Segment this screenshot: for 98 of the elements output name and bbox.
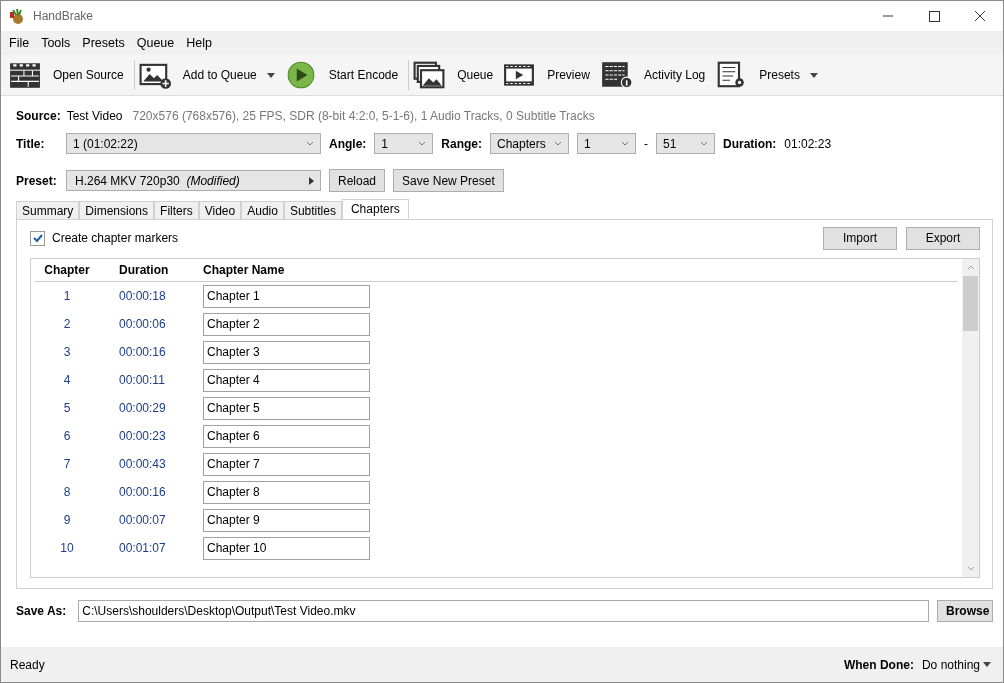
preset-label: Preset: [16,173,58,188]
chapter-duration: 00:00:29 [118,401,167,415]
chapter-duration: 00:00:23 [118,429,167,443]
menu-item[interactable]: Presets [76,36,131,50]
scrollbar[interactable] [962,259,979,577]
chapter-name-field[interactable]: Chapter 2 [203,312,370,336]
angle-label: Angle: [329,136,367,151]
chapter-name-field[interactable]: Chapter 8 [203,480,370,504]
column-header: Duration [118,263,170,277]
toolbar-button[interactable]: Add to Queue [136,57,283,93]
chapter-name-field[interactable]: Chapter 6 [203,424,370,448]
pineapple-icon [9,8,25,24]
chapter-name-field[interactable]: Chapter 9 [203,508,370,532]
toolbar-button[interactable]: Start Encode [282,57,407,93]
scroll-up-icon[interactable] [966,265,975,270]
chevron-down-icon [554,141,562,146]
chapter-number: 9 [62,513,72,527]
tab[interactable]: Video [198,201,242,219]
chevron-down-icon [418,141,427,146]
create-markers-checkbox[interactable]: Create chapter markers [30,230,179,246]
browse-button[interactable]: Browse [937,600,993,622]
tab[interactable]: Dimensions [79,201,155,219]
duration-label: Duration: [723,136,777,151]
chapter-number: 5 [62,401,72,415]
when-done-label: When Done: [843,657,914,672]
chapter-duration: 00:00:07 [118,513,167,527]
range-label: Range: [441,136,482,151]
save-path-field[interactable]: C:\Users\shoulders\Desktop\Output\Test Video.mkv [78,600,929,622]
scroll-down-icon[interactable] [966,566,975,571]
chapter-duration: 00:00:43 [118,457,167,471]
chapter-name-field[interactable]: Chapter 1 [203,284,370,308]
chapter-number: 6 [62,429,72,443]
toolbar-button[interactable]: Open Source [7,57,132,93]
title-dropdown[interactable]: 1 (01:02:22) [66,133,321,154]
tab[interactable]: Audio [241,201,284,219]
toolbar-button[interactable]: Presets [713,57,826,93]
tab[interactable]: Summary [16,201,80,219]
chapter-name-field[interactable]: Chapter 7 [203,452,370,476]
chapter-duration: 00:00:16 [118,345,167,359]
tab[interactable]: Filters [154,201,199,219]
chapter-number: 1 [62,289,72,303]
toolbar-button[interactable]: Activity Log [597,57,714,93]
scrollbar-thumb[interactable] [963,276,978,331]
column-header: Chapter Name [203,263,285,277]
source-name: Test Video [66,109,123,123]
chapter-duration: 00:00:06 [118,317,167,331]
toolbar-button[interactable]: Queue [411,57,502,93]
triangle-right-icon [309,176,314,185]
chapter-duration: 00:00:16 [118,485,167,499]
source-info: 720x576 (768x576), 25 FPS, SDR (8-bit 4:2:0, 5-1-6), 1 Audio Tracks, 0 Subtitle Tracks [132,109,595,123]
title-label: Title: [16,136,46,151]
chapter-duration: 00:00:18 [118,289,167,303]
chapter-number: 8 [62,485,72,499]
range-dropdown[interactable]: Chapters [490,133,569,154]
menu-item[interactable]: Help [180,36,218,50]
chapter-name-field[interactable]: Chapter 10 [203,536,370,560]
save-as-label: Save As: [16,604,67,618]
duration-value: 01:02:23 [784,136,832,151]
caret-icon [983,662,991,667]
preset-button[interactable]: Reload [329,169,386,192]
toolbar-button[interactable]: Preview [501,57,598,93]
source-label: Source: [16,109,61,123]
log-info-icon [599,61,632,89]
chapter-name-field[interactable]: Chapter 3 [203,340,370,364]
end-chapter-dropdown[interactable]: 51 [656,133,715,154]
menu-item[interactable]: File [3,36,36,50]
range-separator: - [644,136,648,151]
image-add-icon [138,61,171,89]
window-title: HandBrake [33,9,94,23]
clapperboard-icon [9,61,41,89]
chapters-button[interactable]: Export [906,226,980,250]
preset-button[interactable]: Save New Preset [393,169,504,192]
tab[interactable]: Chapters [341,199,409,219]
chapter-number: 3 [62,345,72,359]
chapter-number: 10 [59,541,75,555]
chapter-duration: 00:00:11 [118,373,166,387]
film-play-icon [503,61,536,89]
chapter-name-field[interactable]: Chapter 5 [203,396,370,420]
menu-item[interactable]: Queue [130,36,181,50]
chapter-number: 7 [62,457,72,471]
status-text: Ready [10,657,45,672]
chevron-down-icon [621,141,629,146]
tab[interactable]: Subtitles [283,201,342,219]
menu-item[interactable]: Tools [35,36,77,50]
chapter-duration: 00:01:07 [118,541,167,555]
chapter-number: 2 [62,317,72,331]
image-stack-icon [413,61,446,89]
chapter-number: 4 [62,373,72,387]
start-chapter-dropdown[interactable]: 1 [577,133,636,154]
preset-selector[interactable]: H.264 MKV 720p30 (Modified) [66,170,321,191]
chevron-down-icon [700,141,708,146]
angle-dropdown[interactable]: 1 [374,133,434,154]
chevron-down-icon [306,141,314,146]
checkmark-icon [31,232,44,244]
chapters-button[interactable]: Import [823,226,897,250]
column-header: Chapter [43,263,91,277]
when-done-dropdown[interactable]: Do nothing [921,657,991,672]
chapter-name-field[interactable]: Chapter 4 [203,368,370,392]
